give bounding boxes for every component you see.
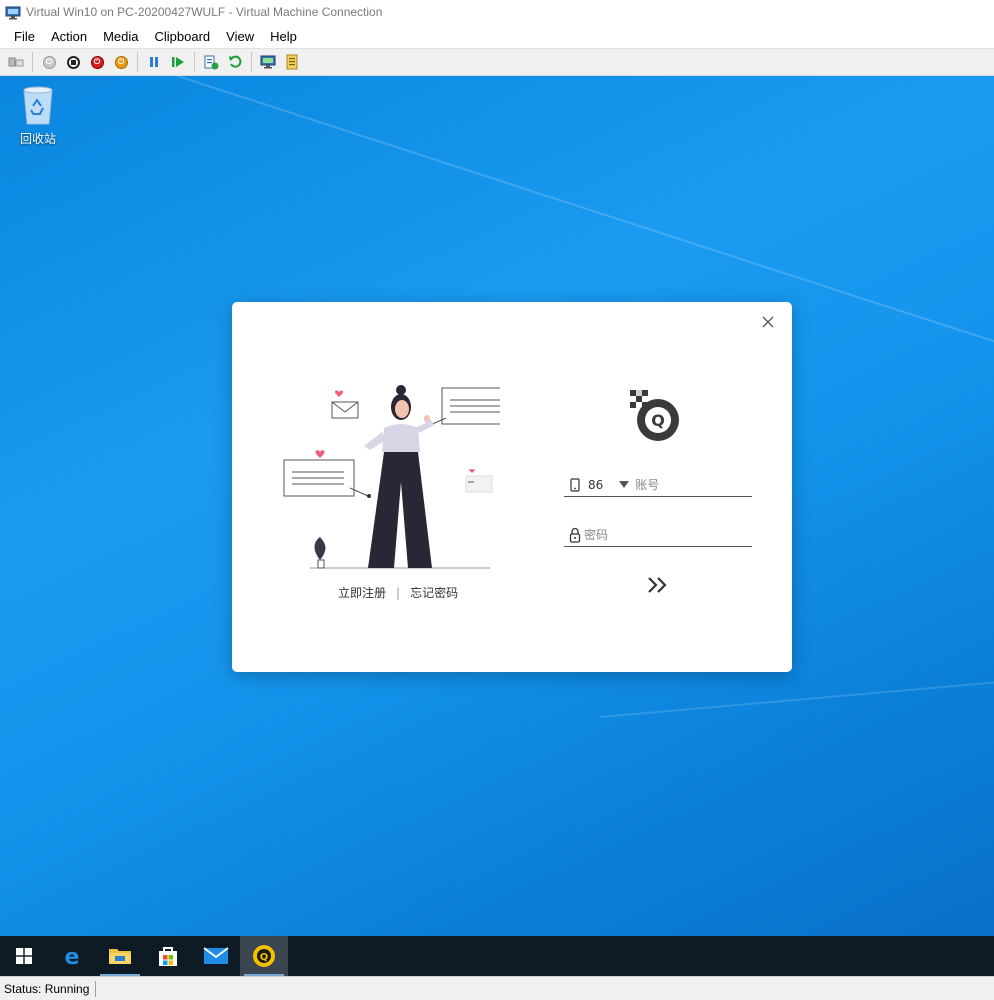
share-icon[interactable] bbox=[283, 53, 301, 71]
country-code-dropdown-icon[interactable] bbox=[619, 481, 630, 489]
shutdown-icon[interactable]: ⏻ bbox=[88, 53, 106, 71]
menu-help[interactable]: Help bbox=[262, 29, 305, 44]
forgot-password-link[interactable]: 忘记密码 bbox=[410, 584, 458, 601]
qq-app-icon: Q bbox=[253, 945, 275, 967]
start-button[interactable] bbox=[0, 936, 48, 976]
country-code[interactable]: 86 bbox=[588, 478, 603, 492]
status-bar: Status: Running bbox=[0, 976, 994, 1000]
svg-text:e: e bbox=[65, 945, 80, 968]
toolbar-separator bbox=[194, 52, 195, 72]
qq-logo-icon: Q bbox=[630, 390, 684, 444]
password-input[interactable] bbox=[584, 528, 694, 542]
account-links: 立即注册 | 忘记密码 bbox=[338, 584, 458, 601]
toolbar-separator bbox=[137, 52, 138, 72]
vm-connection-icon bbox=[5, 5, 21, 20]
menu-view[interactable]: View bbox=[218, 29, 262, 44]
ctrl-alt-del-icon[interactable] bbox=[7, 53, 25, 71]
account-field: 86 bbox=[564, 474, 752, 497]
windows-logo-icon bbox=[16, 948, 32, 964]
checkpoint-icon[interactable] bbox=[202, 53, 220, 71]
close-icon bbox=[762, 316, 774, 328]
login-illustration bbox=[280, 374, 517, 582]
toolbar-separator bbox=[251, 52, 252, 72]
window-titlebar: Virtual Win10 on PC-20200427WULF - Virtu… bbox=[0, 0, 994, 24]
turn-off-icon[interactable] bbox=[64, 53, 82, 71]
phone-icon bbox=[568, 477, 582, 493]
vm-status-text: Status: Running bbox=[0, 980, 97, 997]
resume-icon[interactable] bbox=[169, 53, 187, 71]
store-icon bbox=[159, 947, 177, 966]
menu-file[interactable]: File bbox=[6, 29, 43, 44]
account-input[interactable] bbox=[635, 478, 746, 492]
recycle-bin-label: 回收站 bbox=[19, 132, 56, 146]
vm-toolbar: ⏻ ⏻ ⏻ bbox=[0, 48, 994, 76]
login-dialog: 立即注册 | 忘记密码 Q 86 bbox=[232, 302, 792, 672]
mail-taskbar-button[interactable] bbox=[192, 936, 240, 976]
taskbar: e Q bbox=[0, 936, 994, 976]
pause-icon[interactable] bbox=[145, 53, 163, 71]
links-separator: | bbox=[396, 585, 401, 600]
svg-text:Q: Q bbox=[260, 952, 269, 963]
save-icon[interactable]: ⏻ bbox=[112, 53, 130, 71]
menu-clipboard[interactable]: Clipboard bbox=[147, 29, 219, 44]
menu-media[interactable]: Media bbox=[95, 29, 146, 44]
recycle-bin[interactable]: 回收站 bbox=[12, 84, 64, 147]
lock-icon bbox=[568, 527, 582, 543]
svg-text:Q: Q bbox=[651, 411, 665, 430]
window-title: Virtual Win10 on PC-20200427WULF - Virtu… bbox=[26, 5, 383, 19]
qq-taskbar-button[interactable]: Q bbox=[240, 936, 288, 976]
edge-icon: e bbox=[65, 945, 80, 968]
revert-icon[interactable] bbox=[226, 53, 244, 71]
register-link[interactable]: 立即注册 bbox=[338, 584, 386, 601]
double-chevron-right-icon bbox=[648, 577, 667, 593]
password-field bbox=[564, 524, 752, 547]
edge-taskbar-button[interactable]: e bbox=[48, 936, 96, 976]
mail-icon bbox=[203, 947, 229, 964]
recycle-bin-icon bbox=[21, 84, 55, 126]
close-button[interactable] bbox=[758, 312, 778, 332]
store-taskbar-button[interactable] bbox=[144, 936, 192, 976]
enhanced-session-icon[interactable] bbox=[259, 53, 277, 71]
menu-action[interactable]: Action bbox=[43, 29, 95, 44]
folder-icon bbox=[109, 949, 131, 964]
menu-bar: File Action Media Clipboard View Help bbox=[0, 24, 994, 48]
toolbar-separator bbox=[32, 52, 33, 72]
vm-desktop[interactable]: 回收站 立即注册 | 忘记密码 Q 86 账号 bbox=[0, 76, 994, 936]
file-explorer-taskbar-button[interactable] bbox=[96, 936, 144, 976]
start-icon[interactable]: ⏻ bbox=[40, 53, 58, 71]
login-submit-button[interactable] bbox=[640, 570, 676, 600]
